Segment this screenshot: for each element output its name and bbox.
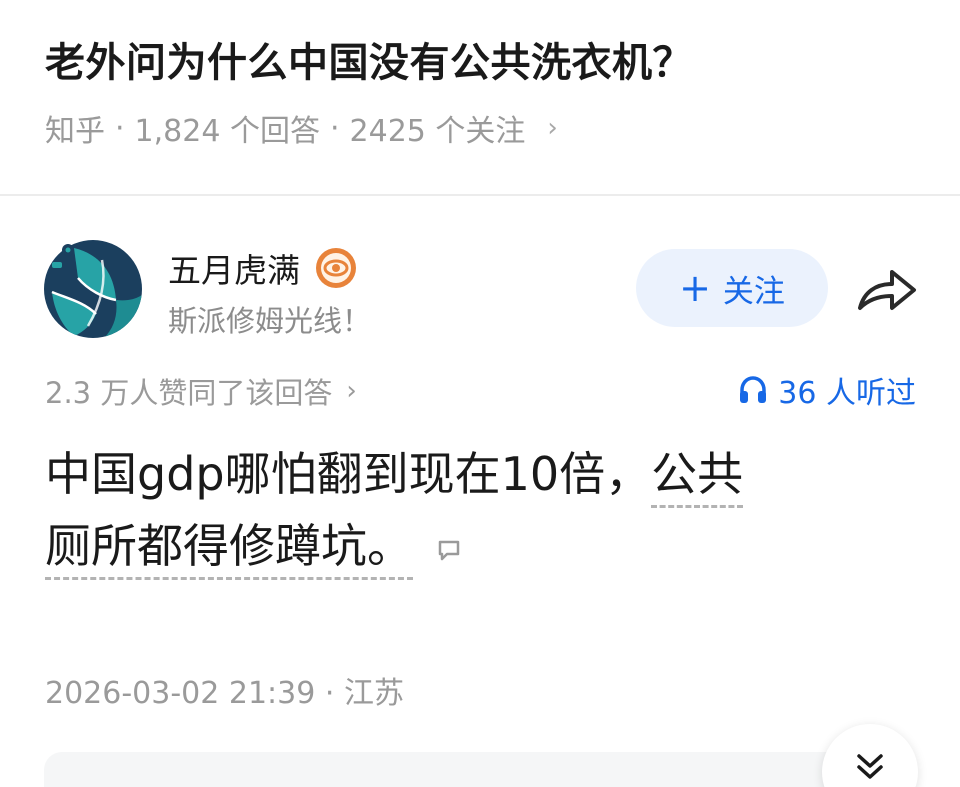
chevron-right-icon: › [346, 376, 357, 406]
follow-label: 关注 [722, 273, 785, 310]
plus-icon: + [679, 266, 711, 310]
volleyball-avatar-icon [44, 240, 142, 338]
author-bio: 斯派修姆光线！ [168, 304, 372, 338]
eye-badge-icon [316, 248, 356, 288]
comment-icon[interactable] [436, 537, 462, 563]
meta-separator: · [115, 110, 125, 146]
answers-count: 1,824 个回答 [134, 114, 320, 149]
author-name-row[interactable]: 五月虎满 [168, 244, 358, 292]
highlighted-phrase[interactable]: 公共 [651, 447, 744, 508]
answer-content[interactable]: 中国gdp哪怕翻到现在10倍，公共 厕所都得修蹲坑。 [45, 438, 925, 582]
bottom-card [44, 752, 916, 787]
source-label: 知乎 [45, 114, 105, 149]
votes-text: 2.3 万人赞同了该回答 [45, 376, 333, 410]
meta-separator: · [329, 110, 340, 146]
share-button[interactable] [854, 264, 920, 316]
chevron-right-icon: › [547, 113, 558, 143]
headphones-icon [740, 376, 767, 403]
author-avatar[interactable] [44, 240, 142, 338]
follow-button[interactable]: + 关注 [636, 249, 828, 327]
answer-text: 中国gdp哪怕翻到现在10倍， [45, 447, 652, 501]
listen-stat[interactable]: 36 人听过 [738, 368, 916, 412]
expand-button[interactable] [822, 724, 918, 787]
question-title[interactable]: 老外问为什么中国没有公共洗衣机？ [45, 30, 693, 88]
section-divider [0, 194, 960, 196]
author-name: 五月虎满 [168, 251, 300, 290]
votes-summary[interactable]: 2.3 万人赞同了该回答 › [45, 370, 357, 412]
question-meta[interactable]: 知乎 · 1,824 个回答 · 2425 个关注 › [45, 106, 558, 150]
share-arrow-icon [858, 270, 916, 310]
highlighted-phrase[interactable]: 厕所都得修蹲坑。 [45, 519, 413, 580]
followers-count: 2425 个关注 [349, 114, 526, 149]
answer-timestamp: 2026-03-02 21:39 · 江苏 [45, 676, 404, 711]
double-chevron-down-icon [857, 754, 883, 779]
listen-count: 36 人听过 [778, 376, 916, 411]
